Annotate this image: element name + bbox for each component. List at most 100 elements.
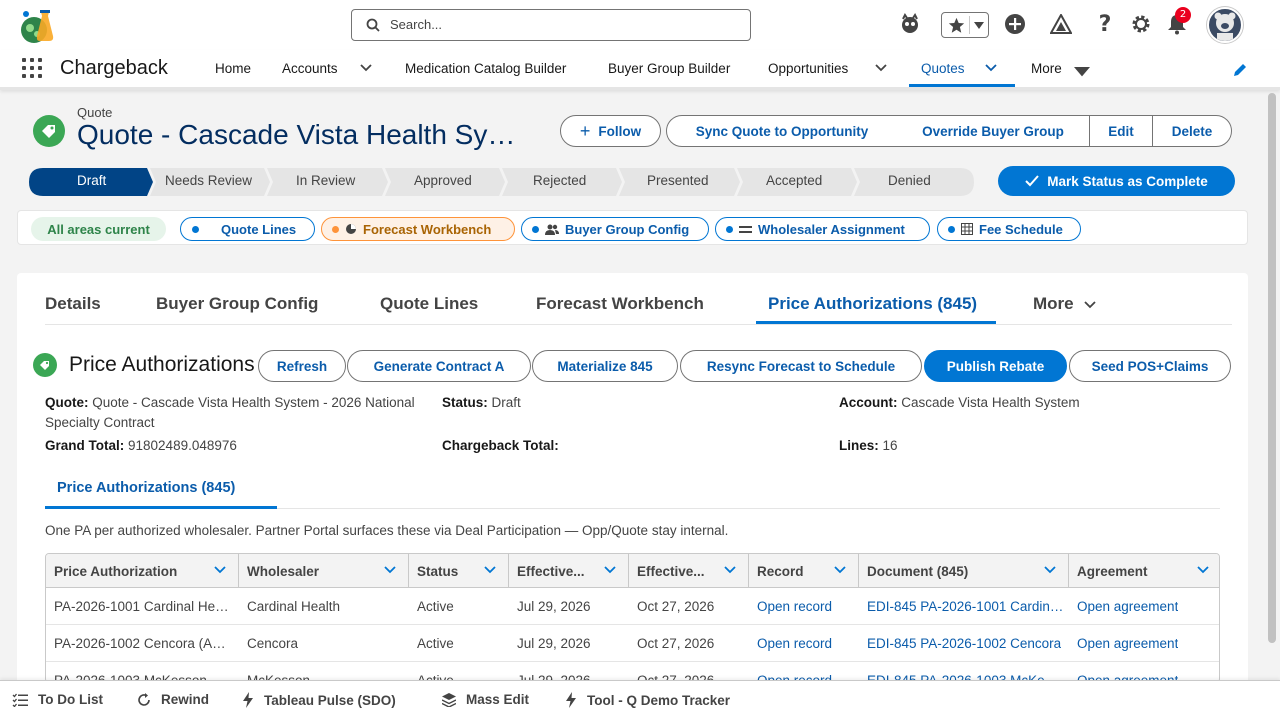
open-agreement-link[interactable]: Open agreement bbox=[1069, 625, 1219, 661]
path-step-presented[interactable]: Presented bbox=[647, 173, 709, 188]
app-name: Chargeback bbox=[60, 57, 168, 79]
subtab-price-authorizations[interactable]: Price Authorizations (845) bbox=[57, 480, 235, 496]
path-step-accepted[interactable]: Accepted bbox=[766, 173, 822, 188]
resync-forecast-button[interactable]: Resync Forecast to Schedule bbox=[680, 350, 922, 382]
column-header-effective-start[interactable]: Effective... bbox=[509, 554, 629, 588]
table-row[interactable]: PA-2026-1001 Cardinal Health Cardinal He… bbox=[46, 588, 1219, 625]
column-header-wholesaler[interactable]: Wholesaler bbox=[239, 554, 409, 588]
field-quote: Quote: Quote - Cascade Vista Health Syst… bbox=[45, 395, 415, 430]
path-step-approved[interactable]: Approved bbox=[414, 173, 472, 188]
opportunities-chevron-down-icon[interactable] bbox=[873, 60, 889, 76]
status-dot-icon bbox=[532, 225, 539, 233]
follow-button[interactable]: + Follow bbox=[560, 115, 661, 147]
materialize-845-button[interactable]: Materialize 845 bbox=[532, 350, 678, 382]
trailhead-icon[interactable] bbox=[1049, 12, 1073, 36]
more-caret-down-icon[interactable] bbox=[1074, 63, 1090, 79]
column-header-document-845[interactable]: Document (845) bbox=[859, 554, 1069, 588]
path-step-in-review[interactable]: In Review bbox=[296, 173, 355, 188]
column-header-record[interactable]: Record bbox=[749, 554, 859, 588]
override-buyer-group-button[interactable]: Override Buyer Group bbox=[897, 115, 1090, 147]
nav-item-medication-catalog-builder[interactable]: Medication Catalog Builder bbox=[405, 61, 566, 76]
column-header-agreement[interactable]: Agreement bbox=[1069, 554, 1219, 588]
delete-button[interactable]: Delete bbox=[1152, 115, 1232, 147]
mark-status-complete-button[interactable]: Mark Status as Complete bbox=[998, 166, 1235, 196]
tab-quote-lines[interactable]: Quote Lines bbox=[380, 294, 478, 314]
column-header-effective-end[interactable]: Effective... bbox=[629, 554, 749, 588]
app-launcher-icon[interactable] bbox=[22, 58, 44, 80]
status-dot-icon bbox=[948, 225, 955, 233]
tab-price-authorizations[interactable]: Price Authorizations (845) bbox=[768, 294, 984, 314]
plus-icon: + bbox=[579, 120, 591, 141]
cell-wholesaler: Cardinal Health bbox=[247, 598, 341, 614]
column-header-status[interactable]: Status bbox=[409, 554, 509, 588]
sync-quote-button[interactable]: Sync Quote to Opportunity bbox=[666, 115, 898, 147]
chevron-down-icon bbox=[1084, 301, 1096, 309]
field-status: Status: Draft bbox=[442, 395, 521, 410]
utility-item-mass-edit[interactable]: Mass Edit bbox=[442, 692, 529, 707]
accounts-chevron-down-icon[interactable] bbox=[358, 60, 374, 76]
path-step-rejected[interactable]: Rejected bbox=[533, 173, 586, 188]
einstein-agent-icon[interactable] bbox=[898, 12, 922, 36]
area-chip-fee-schedule[interactable]: Fee Schedule bbox=[937, 217, 1081, 241]
chevron-down-icon bbox=[1197, 566, 1209, 574]
area-chip-forecast-workbench[interactable]: Forecast Workbench bbox=[321, 217, 515, 241]
field-lines: Lines: 16 bbox=[839, 438, 898, 453]
tab-details[interactable]: Details bbox=[45, 294, 101, 314]
user-avatar[interactable] bbox=[1207, 7, 1243, 43]
chevron-down-icon bbox=[1044, 566, 1056, 574]
lightning-icon bbox=[566, 692, 576, 708]
chevron-down-icon bbox=[724, 566, 736, 574]
global-actions-icon[interactable] bbox=[1003, 12, 1027, 36]
tab-buyer-group-config[interactable]: Buyer Group Config bbox=[156, 294, 318, 314]
refresh-button[interactable]: Refresh bbox=[258, 350, 346, 382]
cell-effective-end: Oct 27, 2026 bbox=[637, 635, 715, 651]
price-authorization-icon bbox=[33, 353, 57, 377]
area-chip-buyer-group-config[interactable]: Buyer Group Config bbox=[521, 217, 709, 241]
global-search-input[interactable]: Search... bbox=[351, 9, 751, 41]
path-step-needs-review[interactable]: Needs Review bbox=[165, 173, 252, 188]
help-icon[interactable]: ? bbox=[1093, 12, 1117, 37]
utility-item-to-do-list[interactable]: To Do List bbox=[12, 692, 103, 707]
tab-active-indicator bbox=[756, 321, 996, 324]
nav-item-buyer-group-builder[interactable]: Buyer Group Builder bbox=[608, 61, 730, 76]
pie-chart-icon bbox=[346, 224, 356, 234]
publish-rebate-button[interactable]: Publish Rebate bbox=[924, 350, 1067, 382]
nav-item-quotes[interactable]: Quotes bbox=[921, 61, 965, 76]
utility-item-q-demo-tracker[interactable]: Tool - Q Demo Tracker bbox=[565, 692, 730, 708]
utility-item-rewind[interactable]: Rewind bbox=[137, 692, 209, 707]
nav-item-opportunities[interactable]: Opportunities bbox=[768, 61, 848, 76]
path-step-draft[interactable]: Draft bbox=[77, 173, 106, 188]
area-chip-wholesaler-assignment[interactable]: Wholesaler Assignment bbox=[715, 217, 930, 241]
cell-wholesaler: Cencora bbox=[247, 635, 299, 651]
page-scrollbar[interactable] bbox=[1268, 93, 1276, 643]
lightning-icon bbox=[243, 692, 253, 708]
edit-nav-pencil-icon[interactable] bbox=[1232, 62, 1248, 81]
nav-item-accounts[interactable]: Accounts bbox=[282, 61, 338, 76]
column-header-price-authorization[interactable]: Price Authorization bbox=[46, 554, 239, 588]
cell-effective-start: Jul 29, 2026 bbox=[517, 635, 591, 651]
document-845-link[interactable]: EDI-845 PA-2026-1002 Cencora bbox=[859, 625, 1064, 661]
cell-status: Active bbox=[417, 635, 454, 651]
panel-title: Price Authorizations bbox=[69, 353, 255, 376]
area-chip-quote-lines[interactable]: Quote Lines bbox=[180, 217, 315, 241]
tab-forecast-workbench[interactable]: Forecast Workbench bbox=[536, 294, 704, 314]
quotes-chevron-down-icon[interactable] bbox=[983, 60, 999, 76]
favorites-button[interactable] bbox=[941, 12, 989, 38]
open-agreement-link[interactable]: Open agreement bbox=[1069, 588, 1219, 624]
open-record-link[interactable]: Open record bbox=[749, 625, 859, 661]
open-record-link[interactable]: Open record bbox=[749, 588, 859, 624]
edit-button[interactable]: Edit bbox=[1089, 115, 1153, 147]
nav-item-home[interactable]: Home bbox=[215, 61, 251, 76]
all-areas-current-badge: All areas current bbox=[31, 217, 166, 241]
gear-icon[interactable] bbox=[1129, 12, 1153, 36]
generate-contract-button[interactable]: Generate Contract A bbox=[347, 350, 531, 382]
table-row[interactable]: PA-2026-1002 Cencora (AmerisourceBergen)… bbox=[46, 625, 1219, 662]
document-845-link[interactable]: EDI-845 PA-2026-1001 Cardinal Health bbox=[859, 588, 1064, 624]
app-logo[interactable] bbox=[16, 6, 56, 46]
utility-item-tableau-pulse[interactable]: Tableau Pulse (SDO) bbox=[242, 692, 396, 708]
nav-item-more[interactable]: More bbox=[1031, 61, 1062, 76]
path-step-denied[interactable]: Denied bbox=[888, 173, 931, 188]
refresh-icon bbox=[138, 692, 150, 706]
tab-more[interactable]: More bbox=[1033, 294, 1096, 314]
seed-pos-claims-button[interactable]: Seed POS+Claims bbox=[1069, 350, 1231, 382]
